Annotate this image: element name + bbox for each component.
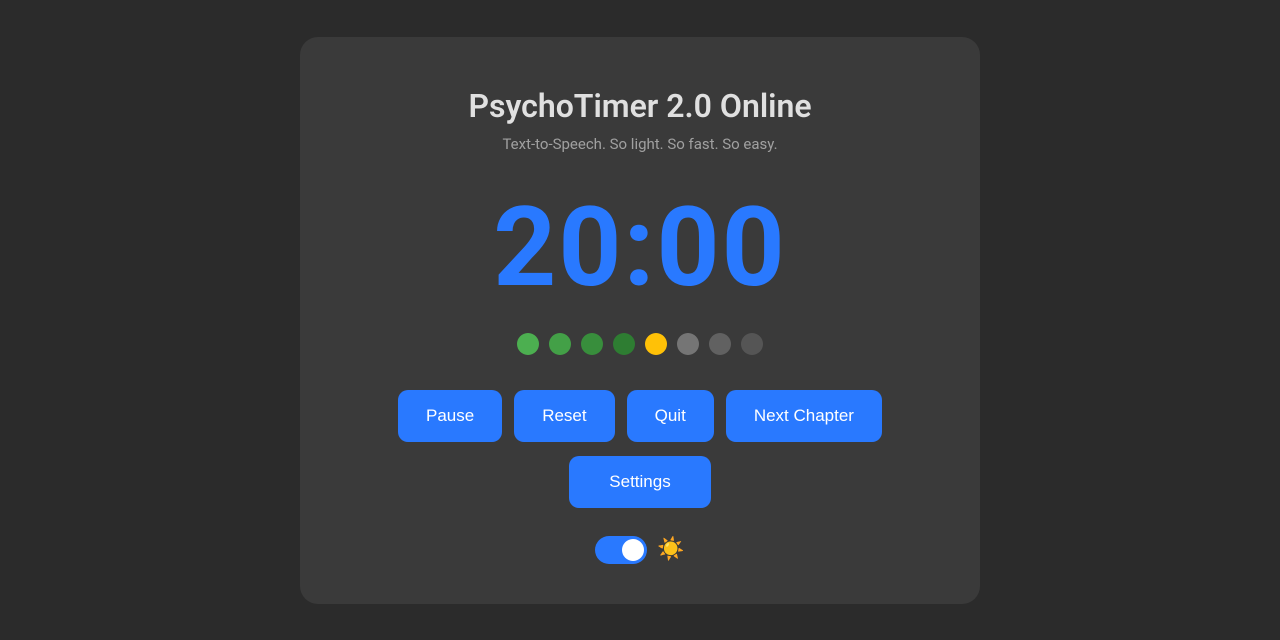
toggle-thumb — [622, 539, 644, 561]
app-title: PsychoTimer 2.0 Online — [468, 87, 811, 125]
toggle-row: ☀️ — [595, 536, 684, 564]
dot-5 — [645, 333, 667, 355]
dot-7 — [709, 333, 731, 355]
reset-button[interactable]: Reset — [514, 390, 614, 442]
pause-button[interactable]: Pause — [398, 390, 502, 442]
main-card: PsychoTimer 2.0 Online Text-to-Speech. S… — [300, 37, 980, 604]
settings-row: Settings — [569, 456, 710, 508]
dot-4 — [613, 333, 635, 355]
dot-2 — [549, 333, 571, 355]
dot-3 — [581, 333, 603, 355]
timer-display: 20:00 — [493, 193, 786, 303]
dots-row — [517, 333, 763, 355]
dot-8 — [741, 333, 763, 355]
settings-button[interactable]: Settings — [569, 456, 710, 508]
dot-1 — [517, 333, 539, 355]
sun-icon: ☀️ — [657, 537, 684, 562]
controls-row: Pause Reset Quit Next Chapter — [398, 390, 882, 442]
quit-button[interactable]: Quit — [627, 390, 714, 442]
theme-toggle[interactable] — [595, 536, 647, 564]
dot-6 — [677, 333, 699, 355]
app-subtitle: Text-to-Speech. So light. So fast. So ea… — [502, 135, 777, 153]
next-chapter-button[interactable]: Next Chapter — [726, 390, 882, 442]
